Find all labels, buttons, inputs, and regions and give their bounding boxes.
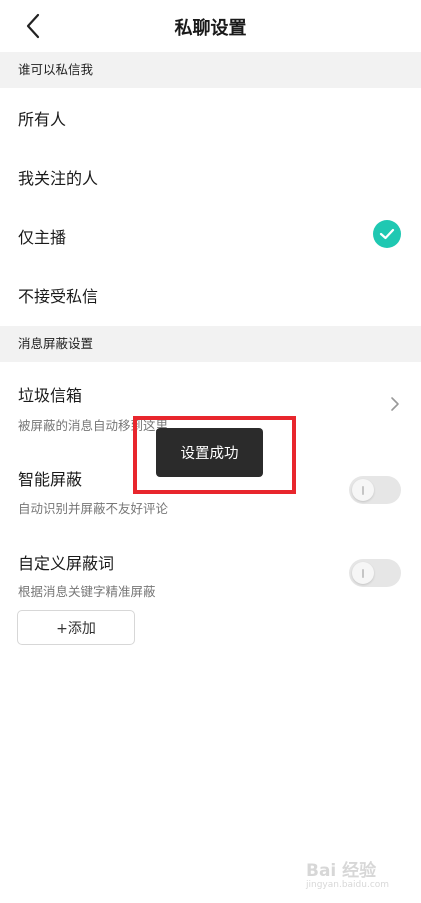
option-no-messages[interactable]: 不接受私信 xyxy=(0,265,421,324)
chevron-right-icon xyxy=(391,397,399,411)
option-everyone[interactable]: 所有人 xyxy=(0,88,421,147)
watermark-url: jingyan.baidu.com xyxy=(306,880,390,890)
option-label: 所有人 xyxy=(18,110,67,129)
custom-filter-toggle[interactable] xyxy=(349,559,401,587)
option-following[interactable]: 我关注的人 xyxy=(0,147,421,206)
smart-filter-subtitle: 自动识别并屏蔽不友好评论 xyxy=(18,501,169,516)
spam-inbox-title: 垃圾信箱 xyxy=(18,386,83,405)
watermark-logo: Bai 经验 xyxy=(306,861,377,881)
section-header-filter-settings: 消息屏蔽设置 xyxy=(0,326,421,362)
custom-filter-subtitle: 根据消息关键字精准屏蔽 xyxy=(18,584,156,599)
custom-filter-item: 自定义屏蔽词 根据消息关键字精准屏蔽 xyxy=(0,535,421,605)
option-label: 仅主播 xyxy=(18,228,67,247)
toggle-knob xyxy=(352,562,374,584)
toggle-knob xyxy=(352,479,374,501)
custom-filter-title: 自定义屏蔽词 xyxy=(18,554,115,573)
page-title: 私聊设置 xyxy=(174,18,247,39)
add-keyword-button[interactable]: +添加 xyxy=(17,610,135,645)
smart-filter-title: 智能屏蔽 xyxy=(18,470,83,489)
annotation-highlight-box xyxy=(133,416,296,494)
option-label: 不接受私信 xyxy=(18,287,99,306)
nav-bar: 私聊设置 xyxy=(0,0,421,52)
section-header-who-can-message: 谁可以私信我 xyxy=(0,52,421,88)
smart-filter-toggle[interactable] xyxy=(349,476,401,504)
option-label: 我关注的人 xyxy=(18,169,99,188)
watermark: Bai 经验 jingyan.baidu.com xyxy=(300,848,410,898)
option-streamer-only[interactable]: 仅主播 xyxy=(0,206,421,265)
checkmark-icon xyxy=(373,220,401,248)
